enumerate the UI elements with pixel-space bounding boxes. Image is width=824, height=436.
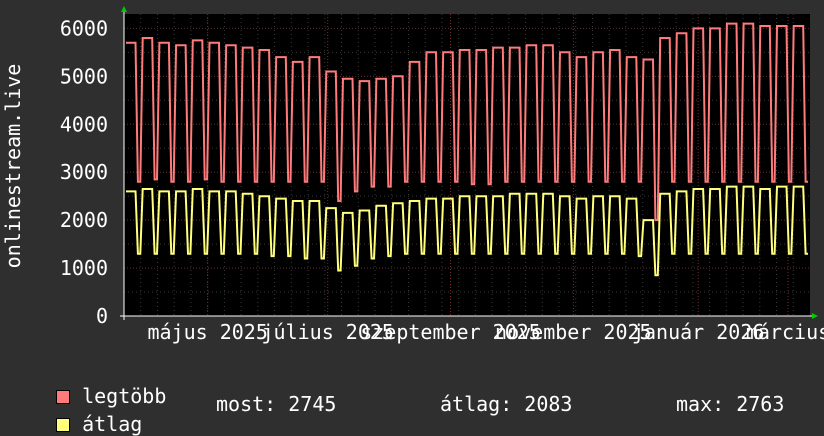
- y-tick-label: 3000: [60, 160, 108, 184]
- y-tick-label: 0: [96, 304, 108, 328]
- y-axis-label: onlinestream.live: [1, 64, 25, 269]
- x-tick-label: november 2025: [495, 320, 652, 344]
- x-tick-label: május 2025: [147, 320, 267, 344]
- x-tick-label: január 2026: [632, 320, 764, 344]
- y-tick-label: 2000: [60, 208, 108, 232]
- stat-average: átlag: 2083: [440, 392, 573, 416]
- stat-max: max: 2763: [676, 392, 785, 416]
- y-tick-label: 4000: [60, 112, 108, 136]
- x-tick-label: március: [746, 320, 824, 344]
- legend-avg: átlag: [32, 394, 142, 434]
- y-tick-labels: 0 1000 2000 3000 4000 5000 6000: [60, 16, 108, 328]
- stat-now: most: 2745: [216, 392, 337, 416]
- y-tick-label: 1000: [60, 256, 108, 280]
- x-tick-labels: május 2025július 2025szeptember 2025nove…: [147, 320, 824, 344]
- x-axis-arrow-icon: [812, 313, 818, 319]
- y-tick-label: 5000: [60, 64, 108, 88]
- legend-avg-label: átlag: [82, 412, 143, 436]
- y-tick-label: 6000: [60, 16, 108, 40]
- y-axis-arrow-icon: [121, 6, 127, 12]
